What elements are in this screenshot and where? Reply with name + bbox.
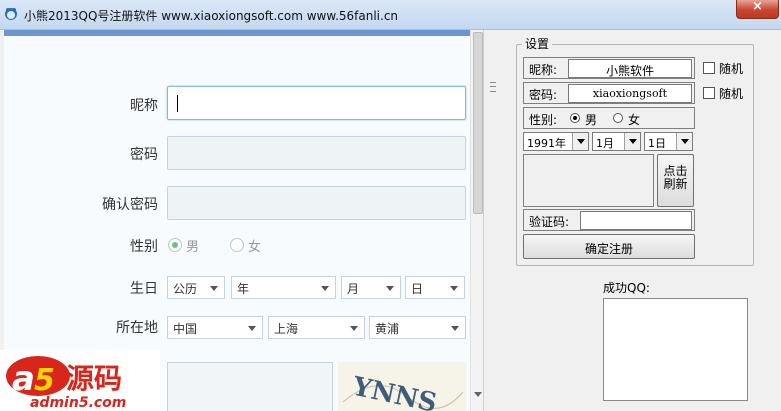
svg-text:5: 5 xyxy=(34,363,55,398)
password-random-checkbox[interactable] xyxy=(703,87,715,99)
captcha-graphic: YNNS xyxy=(342,372,464,411)
close-button[interactable]: × xyxy=(736,0,779,19)
location-label: 所在地 xyxy=(116,320,158,336)
gender-label: 性别 xyxy=(130,239,158,255)
birthday-calendar-select[interactable]: 公历 xyxy=(167,276,225,299)
settings-gender-female-radio[interactable] xyxy=(613,113,623,123)
birthday-month-value: 月 xyxy=(347,282,360,296)
settings-gender-label: 性别: xyxy=(529,113,558,127)
location-district-value: 黄浦 xyxy=(375,322,400,336)
chevron-down-icon xyxy=(321,286,329,291)
captcha-text: YNNS xyxy=(349,372,439,411)
location-country-value: 中国 xyxy=(173,322,198,336)
svg-text:a: a xyxy=(12,359,35,399)
window-title: 小熊2013QQ号注册软件 www.xiaoxiongsoft.com www.… xyxy=(24,9,399,23)
splitter-grip-icon[interactable] xyxy=(490,82,496,92)
location-country-select[interactable]: 中国 xyxy=(167,316,263,339)
gender-male-label: 男 xyxy=(186,240,200,255)
location-province-select[interactable]: 上海 xyxy=(268,316,365,339)
chevron-down-icon xyxy=(572,133,588,150)
settings-nickname-label: 昵称: xyxy=(529,63,558,77)
settings-captcha-image xyxy=(523,154,654,207)
password-random-label: 随机 xyxy=(719,87,744,101)
chevron-down-icon xyxy=(451,326,459,331)
captcha-image[interactable]: YNNS xyxy=(338,362,466,411)
settings-group-title: 设置 xyxy=(522,35,553,52)
nickname-random-checkbox[interactable] xyxy=(703,62,715,74)
settings-captcha-row: 验证码: xyxy=(523,209,695,231)
settings-nickname-field[interactable]: 小熊软件 xyxy=(568,59,692,78)
settings-captcha-label: 验证码: xyxy=(529,215,570,229)
gender-male-radio[interactable] xyxy=(168,238,182,252)
settings-gender-row: 性别: 男 女 xyxy=(523,107,695,129)
chevron-down-icon xyxy=(676,133,692,150)
settings-year-select[interactable]: 1991年 xyxy=(523,132,589,151)
birthday-year-select[interactable]: 年 xyxy=(231,276,336,299)
nickname-random-label: 随机 xyxy=(719,62,744,76)
svg-text:源码: 源码 xyxy=(66,362,122,395)
refresh-label-line1: 点击 xyxy=(663,164,688,178)
location-district-select[interactable]: 黄浦 xyxy=(369,316,466,339)
close-icon: × xyxy=(752,0,763,14)
refresh-label-line2: 刷新 xyxy=(663,177,688,191)
refresh-captcha-button[interactable]: 点击 刷新 xyxy=(657,154,694,207)
birthday-calendar-value: 公历 xyxy=(173,282,198,296)
settings-year-value: 1991年 xyxy=(527,137,566,150)
gender-female-label: 女 xyxy=(248,240,262,255)
scroll-down-arrow-icon[interactable] xyxy=(474,392,482,397)
birthday-label: 生日 xyxy=(130,281,158,297)
settings-password-row: 密码: xiaoxiongsoft xyxy=(523,82,695,104)
confirm-password-label: 确认密码 xyxy=(102,197,158,213)
settings-password-field[interactable]: xiaoxiongsoft xyxy=(568,84,692,103)
settings-month-value: 1月 xyxy=(596,137,614,150)
password-input[interactable] xyxy=(167,136,466,170)
chevron-down-icon xyxy=(624,133,640,150)
app-icon xyxy=(5,8,17,20)
confirm-password-input[interactable] xyxy=(167,186,466,220)
chevron-down-icon xyxy=(210,286,218,291)
chevron-down-icon xyxy=(248,326,256,331)
text-caret xyxy=(177,95,178,112)
a5-watermark-logo: a 5 源码 admin5.com xyxy=(0,350,160,411)
settings-gender-male-radio[interactable] xyxy=(570,113,580,123)
captcha-input[interactable] xyxy=(167,362,333,411)
vertical-scrollbar[interactable] xyxy=(470,30,483,411)
birthday-day-select[interactable]: 日 xyxy=(405,276,465,299)
chevron-down-icon xyxy=(386,286,394,291)
settings-nickname-row: 昵称: 小熊软件 xyxy=(523,57,695,79)
settings-gender-female-label: 女 xyxy=(628,113,641,127)
nickname-label: 昵称 xyxy=(130,98,158,114)
settings-day-select[interactable]: 1日 xyxy=(644,132,693,151)
settings-captcha-input[interactable] xyxy=(580,211,692,230)
submit-register-button[interactable]: 确定注册 xyxy=(523,234,695,259)
settings-month-select[interactable]: 1月 xyxy=(592,132,641,151)
nickname-input[interactable] xyxy=(167,86,466,120)
settings-password-label: 密码: xyxy=(529,88,558,102)
title-bar: 小熊2013QQ号注册软件 www.xiaoxiongsoft.com www.… xyxy=(0,0,781,30)
scrollbar-thumb[interactable] xyxy=(473,32,483,214)
birthday-month-select[interactable]: 月 xyxy=(341,276,401,299)
success-qq-label: 成功QQ: xyxy=(603,281,650,295)
success-qq-list[interactable] xyxy=(603,298,748,401)
birthday-year-value: 年 xyxy=(237,282,250,296)
settings-gender-male-label: 男 xyxy=(585,113,598,127)
settings-day-value: 1日 xyxy=(648,137,666,150)
location-province-value: 上海 xyxy=(274,322,299,336)
watermark-domain: admin5.com xyxy=(30,395,126,411)
birthday-day-value: 日 xyxy=(411,282,424,296)
chevron-down-icon xyxy=(350,326,358,331)
password-label: 密码 xyxy=(130,147,158,163)
gender-female-radio[interactable] xyxy=(230,238,244,252)
chevron-down-icon xyxy=(450,286,458,291)
panel-splitter[interactable] xyxy=(484,30,508,411)
